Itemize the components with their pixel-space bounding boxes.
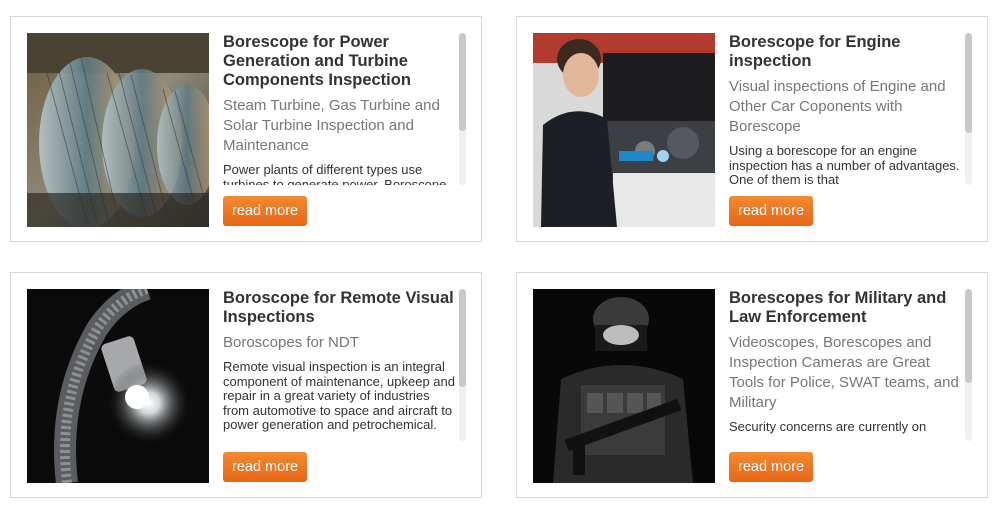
card-engine-inspection: Borescope for Engine inspection Visual i… [516, 16, 988, 242]
card-description: Using a borescope for an engine inspecti… [729, 143, 960, 185]
scrollbar[interactable] [965, 289, 972, 441]
borescope-probe-image[interactable] [27, 289, 209, 483]
card-text-area: Borescope for Power Generation and Turbi… [223, 33, 457, 185]
card-text-area: Borescopes for Military and Law Enforcem… [729, 289, 963, 441]
card-power-generation: Borescope for Power Generation and Turbi… [10, 16, 482, 242]
card-title[interactable]: Borescope for Power Generation and Turbi… [223, 33, 457, 90]
card-text-area: Boroscope for Remote Visual Inspections … [223, 289, 457, 441]
swat-officer-image[interactable] [533, 289, 715, 483]
card-military-law: Borescopes for Military and Law Enforcem… [516, 272, 988, 498]
scrollbar[interactable] [965, 33, 972, 185]
scrollbar-thumb[interactable] [965, 33, 972, 133]
read-more-button[interactable]: read more [223, 196, 308, 226]
scrollbar[interactable] [459, 33, 466, 185]
card-subtitle: Boroscopes for NDT [223, 334, 359, 351]
card-description: Remote visual inspection is an integral … [223, 359, 456, 432]
scrollbar-thumb[interactable] [965, 289, 972, 383]
read-more-button[interactable]: read more [729, 452, 814, 482]
scrollbar-thumb[interactable] [459, 33, 466, 131]
card-text-area: Borescope for Engine inspection Visual i… [729, 33, 963, 185]
read-more-button[interactable]: read more [729, 196, 814, 226]
card-subtitle: Steam Turbine, Gas Turbine and Solar Tur… [223, 97, 440, 154]
mechanic-engine-image[interactable] [533, 33, 715, 227]
read-more-button[interactable]: read more [223, 452, 308, 482]
card-title[interactable]: Boroscope for Remote Visual Inspections [223, 289, 457, 327]
scrollbar-thumb[interactable] [459, 289, 466, 387]
card-description: Power plants of different types use turb… [223, 162, 447, 185]
card-subtitle: Visual inspections of Engine and Other C… [729, 78, 946, 135]
card-title[interactable]: Borescopes for Military and Law Enforcem… [729, 289, 963, 327]
card-title[interactable]: Borescope for Engine inspection [729, 33, 963, 71]
card-subtitle: Videoscopes, Borescopes and Inspection C… [729, 334, 959, 411]
card-remote-visual: Boroscope for Remote Visual Inspections … [10, 272, 482, 498]
card-description: Security concerns are currently on [729, 419, 927, 434]
turbine-rotor-image[interactable] [27, 33, 209, 227]
scrollbar[interactable] [459, 289, 466, 441]
